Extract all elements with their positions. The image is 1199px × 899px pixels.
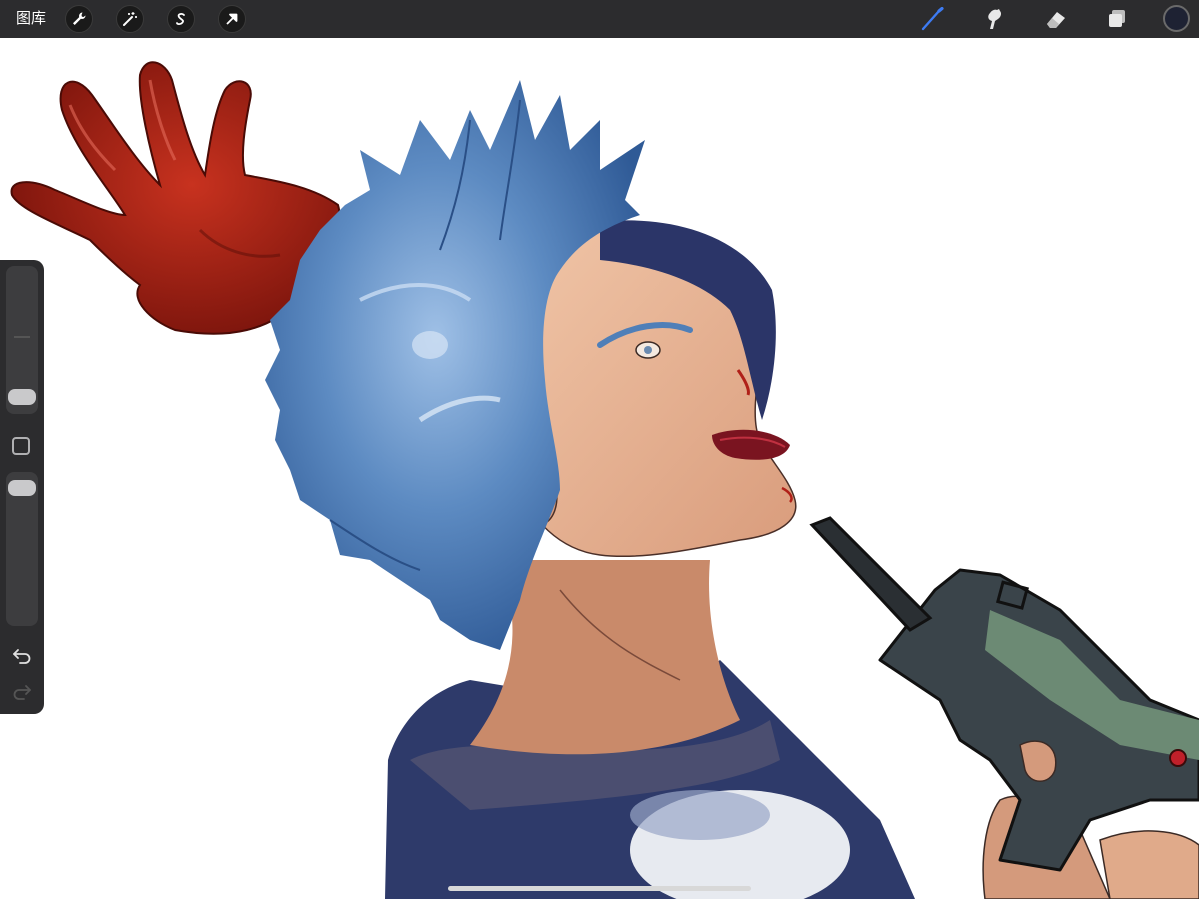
- opacity-thumb[interactable]: [8, 480, 36, 496]
- smudge-icon[interactable]: [980, 5, 1008, 33]
- slider-tick: [14, 336, 30, 338]
- square-modify-icon[interactable]: [12, 437, 30, 455]
- undo-icon[interactable]: [10, 646, 34, 666]
- gallery-button[interactable]: 图库: [16, 10, 46, 28]
- home-indicator: [448, 886, 751, 891]
- brush-size-thumb[interactable]: [8, 389, 36, 405]
- top-toolbar: 图库: [0, 0, 1199, 38]
- brush-icon[interactable]: [918, 5, 946, 33]
- selection-s-icon[interactable]: [167, 5, 195, 33]
- layers-icon[interactable]: [1103, 5, 1131, 33]
- red-glove-illustration: [10, 61, 341, 335]
- wrench-icon[interactable]: [65, 5, 93, 33]
- color-swatch[interactable]: [1163, 5, 1190, 32]
- magic-wand-icon[interactable]: [116, 5, 144, 33]
- eraser-icon[interactable]: [1042, 5, 1070, 33]
- side-toolbar: [0, 260, 44, 714]
- arrow-cursor-icon[interactable]: [218, 5, 246, 33]
- opacity-slider[interactable]: [6, 472, 38, 626]
- drawing-canvas[interactable]: [0, 38, 1199, 899]
- redo-icon[interactable]: [10, 682, 34, 702]
- brush-size-slider[interactable]: [6, 266, 38, 414]
